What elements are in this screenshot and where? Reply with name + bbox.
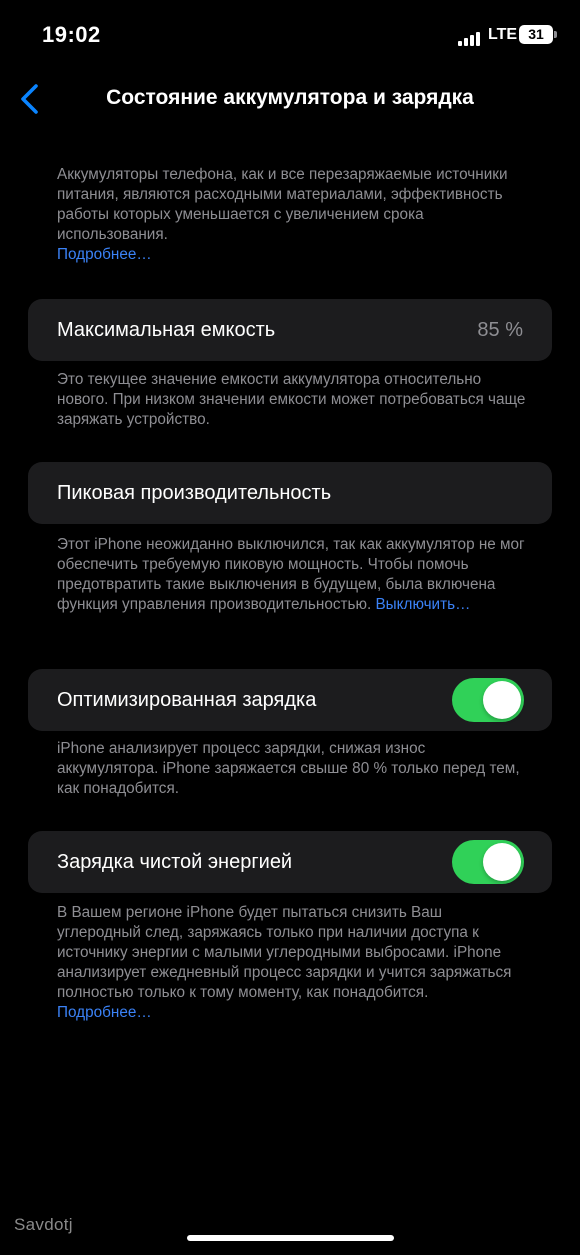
- optimized-charging-label: Оптимизированная зарядка: [57, 689, 317, 711]
- status-time: 19:02: [42, 22, 101, 47]
- peak-performance-note: Этот iPhone неожиданно выключился, так к…: [57, 535, 527, 615]
- max-capacity-label: Максимальная емкость: [57, 319, 276, 341]
- optimized-charging-toggle[interactable]: [452, 678, 524, 722]
- battery-settings-screen: 19:02 LTE 31 Состояние аккумулятора и за…: [0, 0, 580, 1255]
- max-capacity-row: Максимальная емкость 85 %: [28, 299, 552, 361]
- clean-energy-learn-more-link[interactable]: Подробнее…: [57, 1004, 152, 1021]
- optimized-charging-row: Оптимизированная зарядка: [28, 669, 552, 731]
- page-title: Состояние аккумулятора и зарядка: [106, 86, 474, 109]
- status-bar: 19:02 LTE 31: [0, 0, 580, 70]
- disable-link[interactable]: Выключить…: [375, 596, 470, 613]
- clean-energy-label: Зарядка чистой энергией: [57, 851, 293, 873]
- clean-energy-toggle[interactable]: [452, 840, 524, 884]
- peak-performance-label: Пиковая производительность: [57, 482, 332, 504]
- battery-icon: 31: [519, 25, 553, 44]
- intro-note: Аккумуляторы телефона, как и все перезар…: [57, 165, 527, 265]
- toggle-knob: [483, 681, 521, 719]
- cellular-signal-icon: [458, 30, 482, 46]
- navigation-bar: Состояние аккумулятора и зарядка: [0, 70, 580, 130]
- network-type: LTE: [488, 26, 518, 43]
- max-capacity-value: 85 %: [477, 319, 523, 341]
- clean-energy-note: В Вашем регионе iPhone будет пытаться сн…: [57, 903, 527, 1023]
- optimized-charging-note: iPhone анализирует процесс зарядки, сниж…: [57, 740, 520, 797]
- intro-text: Аккумуляторы телефона, как и все перезар…: [57, 166, 508, 243]
- watermark: Savdotj: [14, 1215, 73, 1234]
- peak-performance-row[interactable]: Пиковая производительность: [28, 462, 552, 524]
- battery-level: 31: [528, 26, 544, 42]
- clean-energy-text: В Вашем регионе iPhone будет пытаться сн…: [57, 904, 512, 1001]
- home-indicator[interactable]: [187, 1235, 394, 1241]
- learn-more-link[interactable]: Подробнее…: [57, 246, 152, 263]
- toggle-knob: [483, 843, 521, 881]
- battery-cap: [554, 31, 557, 38]
- clean-energy-row: Зарядка чистой энергией: [28, 831, 552, 893]
- max-capacity-note: Это текущее значение емкости аккумулятор…: [57, 371, 526, 428]
